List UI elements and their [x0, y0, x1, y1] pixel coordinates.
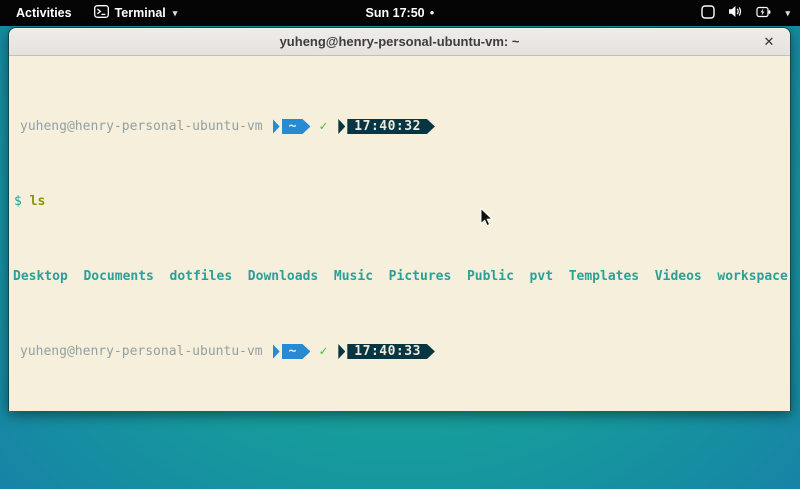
notification-dot: ●	[430, 9, 435, 17]
volume-icon	[728, 5, 743, 21]
powerline-arrow-icon	[338, 119, 345, 134]
prompt-user-host: yuheng@henry-personal-ubuntu-vm	[20, 344, 263, 359]
chevron-down-icon: ▾	[173, 8, 178, 19]
mouse-pointer-icon	[480, 208, 494, 233]
cwd-badge: ~	[273, 344, 311, 359]
typed-command: ls	[30, 194, 46, 209]
prompt-user-host: yuheng@henry-personal-ubuntu-vm	[20, 119, 263, 134]
terminal-content[interactable]: yuheng@henry-personal-ubuntu-vm ~ ✓ 17:4…	[9, 56, 790, 411]
command-line: $ ls	[11, 194, 788, 209]
system-status-area[interactable]: ▾	[701, 0, 790, 26]
cwd-label: ~	[282, 119, 311, 134]
prompt-line: yuheng@henry-personal-ubuntu-vm ~ ✓ 17:4…	[11, 344, 788, 359]
app-menu-label: Terminal	[115, 6, 166, 20]
status-check-icon: ✓	[319, 119, 327, 134]
powerline-arrow-icon	[273, 119, 280, 134]
powerline-arrow-icon	[273, 344, 280, 359]
cwd-badge: ~	[273, 119, 311, 134]
app-menu-terminal[interactable]: Terminal ▾	[94, 5, 178, 21]
terminal-window-icon	[94, 5, 109, 21]
close-icon[interactable]: ✕	[758, 28, 780, 56]
ls-output: Desktop Documents dotfiles Downloads Mus…	[11, 269, 788, 284]
activities-button[interactable]: Activities	[12, 4, 76, 22]
battery-charging-icon	[756, 6, 771, 21]
screen-icon	[701, 5, 715, 22]
time-badge: 17:40:32	[338, 119, 435, 134]
terminal-window: yuheng@henry-personal-ubuntu-vm: ~ ✕ yuh…	[8, 27, 791, 411]
prompt-time: 17:40:33	[347, 344, 435, 359]
window-title: yuheng@henry-personal-ubuntu-vm: ~	[280, 34, 520, 49]
clock-button[interactable]: Sun 17:50 ●	[366, 0, 435, 26]
gnome-top-bar: Activities Terminal ▾ Sun 17:50 ●	[0, 0, 800, 26]
prompt-line: yuheng@henry-personal-ubuntu-vm ~ ✓ 17:4…	[11, 119, 788, 134]
clock-label: Sun 17:50	[366, 6, 425, 20]
chevron-down-icon: ▾	[785, 8, 790, 19]
powerline-arrow-icon	[338, 344, 345, 359]
cwd-label: ~	[282, 344, 311, 359]
prompt-time: 17:40:32	[347, 119, 435, 134]
time-badge: 17:40:33	[338, 344, 435, 359]
status-check-icon: ✓	[319, 344, 327, 359]
window-titlebar[interactable]: yuheng@henry-personal-ubuntu-vm: ~ ✕	[9, 28, 790, 56]
prompt-symbol: $	[14, 194, 22, 209]
desktop: Activities Terminal ▾ Sun 17:50 ●	[0, 0, 800, 489]
